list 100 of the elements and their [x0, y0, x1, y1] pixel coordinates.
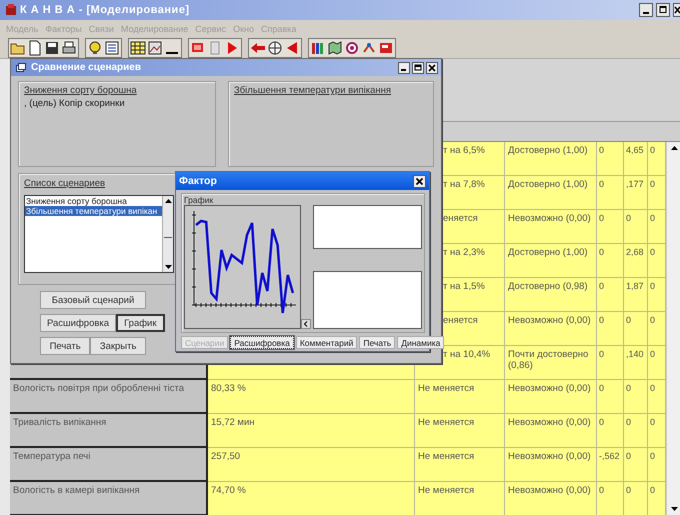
- table-cell: т на 6,5%: [443, 145, 485, 156]
- window-icon: [16, 62, 26, 72]
- maximize-button[interactable]: [412, 62, 424, 74]
- close-button[interactable]: [673, 3, 680, 17]
- table-cell: 0: [648, 312, 666, 346]
- scrollbar[interactable]: [162, 196, 173, 272]
- table-cell: 0: [648, 244, 666, 278]
- table-cell: 0: [648, 210, 666, 244]
- table-cell: 0: [624, 380, 648, 414]
- list-item[interactable]: Збільшення температури випікан: [25, 206, 162, 216]
- floppy-icon[interactable]: [44, 40, 60, 56]
- table-cell: 0: [597, 414, 624, 448]
- tab[interactable]: Динамика: [397, 336, 444, 349]
- table-cell: 0: [624, 448, 648, 482]
- table-cell: 0: [624, 482, 648, 515]
- table-cell: Вологість в камері випікання: [10, 482, 208, 515]
- tab[interactable]: Расшифровка: [230, 336, 294, 349]
- table-cell: 4,65: [624, 142, 648, 176]
- table-cell: 0: [648, 414, 666, 448]
- map-icon[interactable]: [327, 40, 343, 56]
- list-icon[interactable]: [104, 40, 120, 56]
- panel-title: Зниження сорту борошна: [24, 85, 137, 96]
- table-cell: 0: [597, 210, 624, 244]
- table-cell: 80,33 %: [208, 380, 415, 414]
- table-cell: Достоверно (1,00): [505, 142, 597, 176]
- table-cell: 0: [648, 176, 666, 210]
- window-title: К А Н В А - [Моделирование]: [20, 4, 190, 16]
- scroll-left-button[interactable]: [301, 319, 311, 329]
- table-cell: 0: [597, 380, 624, 414]
- table-cell: 0: [597, 346, 624, 380]
- table-cell: Достоверно (1,00): [505, 176, 597, 210]
- table-cell: Почти достоверно (0,86): [505, 346, 597, 380]
- minimize-button[interactable]: [639, 3, 653, 17]
- table-cell: 0: [624, 414, 648, 448]
- table-cell: 0: [597, 244, 624, 278]
- table-cell: 0: [648, 346, 666, 380]
- close-button[interactable]: [413, 174, 426, 188]
- table-cell: 1,87: [624, 278, 648, 312]
- table-cell: 74,70 %: [208, 482, 415, 515]
- table-cell: Температура печі: [10, 448, 208, 482]
- scroll-down-icon[interactable]: [670, 506, 678, 512]
- table-cell: т на 1,5%: [443, 281, 485, 292]
- panel-title: Збільшення температури випікання: [234, 85, 392, 96]
- table-cell: еняется: [443, 213, 478, 224]
- table-cell: 0: [597, 278, 624, 312]
- close-button[interactable]: [426, 62, 438, 74]
- dialog-button[interactable]: Базовый сценарий: [40, 291, 146, 309]
- scrollbar[interactable]: [666, 142, 680, 515]
- bulb-icon[interactable]: [87, 40, 103, 56]
- table-cell: ,140: [624, 346, 648, 380]
- scroll-up-icon[interactable]: [670, 145, 678, 151]
- page-icon[interactable]: [27, 40, 43, 56]
- table-cell: Невозможно (0,00): [505, 482, 597, 515]
- table-cell: Не меняется: [418, 485, 474, 496]
- printer-icon[interactable]: [61, 40, 77, 56]
- tab[interactable]: Печать: [359, 336, 396, 349]
- app-icon: [5, 4, 17, 16]
- table-cell: т на 10,4%: [443, 349, 490, 360]
- table-cell: 2,68: [624, 244, 648, 278]
- table-cell: 0: [648, 448, 666, 482]
- maximize-button[interactable]: [656, 3, 670, 17]
- table-cell: Достоверно (1,00): [505, 244, 597, 278]
- table-cell: Достоверно (0,98): [505, 278, 597, 312]
- picture-frame-icon[interactable]: [147, 40, 163, 56]
- table-cell: Вологість повітря при обробленні тіста: [10, 380, 208, 414]
- scroll-up-icon[interactable]: [164, 198, 172, 203]
- dialog-button[interactable]: График: [116, 314, 165, 332]
- settings-icon[interactable]: [344, 40, 360, 56]
- table-cell: 0: [624, 312, 648, 346]
- grid-icon[interactable]: [130, 40, 146, 56]
- dialog-title: Сравнение сценариев: [31, 62, 142, 73]
- table-cell: 257,50: [208, 448, 415, 482]
- tab[interactable]: Комментарий: [296, 336, 358, 349]
- scenario-list[interactable]: Зниження сорту борошна Збільшення температури випікан: [24, 195, 174, 273]
- table-cell: Не меняется: [418, 417, 474, 428]
- dialog-button[interactable]: Печать: [40, 337, 90, 355]
- minimize-button[interactable]: [398, 62, 410, 74]
- table-cell: 0: [597, 142, 624, 176]
- table-cell: 0: [597, 176, 624, 210]
- dialog-button[interactable]: Закрыть: [90, 337, 146, 355]
- table-cell: Тривалість випікання: [10, 414, 208, 448]
- target-icon[interactable]: [267, 40, 283, 56]
- table-cell: Невозможно (0,00): [505, 312, 597, 346]
- table-cell: 0: [648, 380, 666, 414]
- scroll-down-icon[interactable]: [164, 265, 172, 270]
- table-cell: ,177: [624, 176, 648, 210]
- table-cell: 0: [624, 210, 648, 244]
- table-cell: 0: [648, 482, 666, 515]
- table-cell: Не меняется: [418, 451, 474, 462]
- table-cell: Невозможно (0,00): [505, 380, 597, 414]
- panel-title: Список сценариев: [24, 178, 106, 189]
- dialog-button[interactable]: Расшифровка: [40, 314, 116, 332]
- table-cell: 0: [648, 142, 666, 176]
- table-cell: 0: [597, 312, 624, 346]
- table-cell: т на 2,3%: [443, 247, 485, 258]
- panel-title: График: [184, 195, 214, 205]
- table-cell: 15,72 мин: [208, 414, 415, 448]
- list-item[interactable]: Зниження сорту борошна: [25, 196, 162, 206]
- panel-text: , (цель) Копір скоринки: [24, 98, 125, 109]
- table-cell: еняется: [443, 315, 478, 326]
